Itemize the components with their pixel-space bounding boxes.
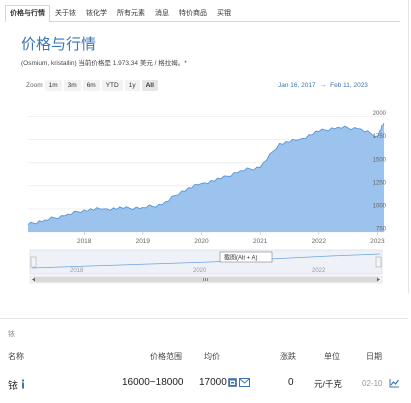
price-chart: Zoom 1m 3m 6m YTD 1y All Jan 16, 2017 → Fe…: [10, 76, 396, 286]
tab-buy[interactable]: 买锇: [212, 5, 236, 21]
mail-icon[interactable]: [239, 378, 250, 387]
header-avg: 均价: [204, 352, 220, 361]
row-name[interactable]: 铱: [8, 377, 18, 392]
header-range: 价格范围: [150, 352, 182, 361]
tab-elements[interactable]: 所有元素: [112, 5, 150, 21]
nav-label-2022: 2022: [312, 268, 326, 274]
trend-chart-icon[interactable]: [389, 378, 400, 388]
scrollbar-grip: [203, 278, 204, 281]
x-tick-label: 2022: [312, 238, 327, 245]
info-icon[interactable]: [19, 379, 27, 389]
row-price-range: 16000~18000: [122, 377, 184, 388]
table-title: 铱: [8, 331, 15, 338]
x-tick-label: 2019: [136, 238, 151, 245]
y-tick-label: 2000: [373, 111, 387, 117]
screenshot-tooltip-text: 截图(Alt + A): [224, 254, 258, 262]
tab-offers[interactable]: 特价商品: [174, 5, 212, 21]
tab-news[interactable]: 消息: [150, 5, 174, 21]
scrollbar-grip: [205, 278, 206, 281]
tab-about[interactable]: 关于铱: [50, 5, 81, 21]
row-change: 0: [288, 377, 294, 388]
x-tick-label: 2023: [370, 238, 385, 245]
row-date: 02-10: [362, 379, 383, 388]
tab-price[interactable]: 价格与行情: [5, 5, 50, 22]
chart-svg: 750 1000 1250 1500 1750 2000 2018 2019 2020 2021…: [27, 111, 387, 284]
header-date: 日期: [366, 352, 382, 361]
y-tick-label: 1750: [373, 134, 387, 140]
header-unit: 单位: [324, 352, 340, 361]
y-tick-label: 1500: [373, 157, 387, 163]
price-table: 铱 名称 价格范围 均价 涨跌 单位 日期 铱 16000~18000 1700…: [0, 318, 408, 403]
navigator-left-handle[interactable]: [30, 256, 37, 268]
tab-chemistry[interactable]: 铱化学: [81, 5, 112, 21]
price-subline: (Osmium, kristallin) 当前价格是 1.973,34 美元 /…: [21, 60, 187, 67]
page-title: 价格与行情: [21, 36, 97, 53]
header-name: 名称: [8, 352, 24, 361]
scrollbar-grip: [207, 278, 208, 281]
calendar-icon[interactable]: [228, 378, 237, 387]
x-tick-label: 2021: [253, 238, 268, 245]
row-unit: 元/千克: [314, 379, 342, 389]
navigator-right-handle[interactable]: [375, 256, 382, 268]
price-panel: 价格与行情 关于铱 铱化学 所有元素 消息 特价商品 买锇 价格与行情 (Osm…: [0, 0, 409, 293]
nav-label-2018: 2018: [70, 268, 84, 274]
header-change: 涨跌: [280, 352, 296, 361]
x-tick-label: 2018: [77, 238, 92, 245]
y-tick-label: 1000: [373, 203, 387, 209]
x-tick-label: 2020: [194, 238, 209, 245]
row-avg-price: 17000: [199, 377, 227, 388]
tab-bar: 价格与行情 关于铱 铱化学 所有元素 消息 特价商品 买锇: [5, 5, 400, 22]
y-tick-label: 750: [376, 227, 387, 233]
nav-label-2020: 2020: [193, 268, 207, 274]
y-tick-label: 1250: [373, 180, 387, 186]
